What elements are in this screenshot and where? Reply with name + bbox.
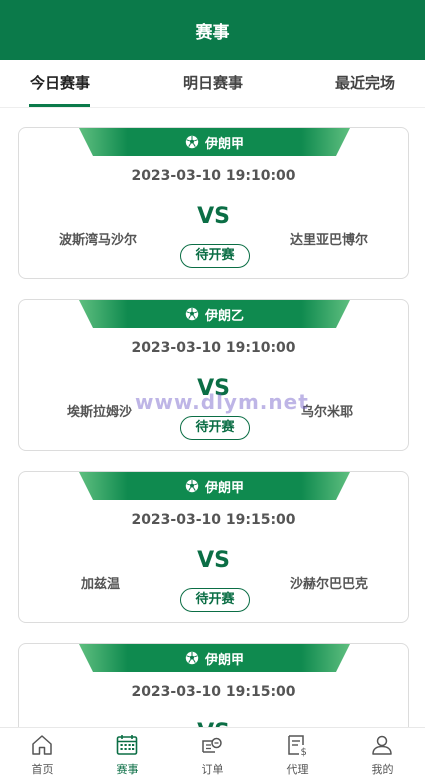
- svg-text:$: $: [301, 747, 307, 757]
- match-status-button[interactable]: 待开赛: [180, 588, 250, 612]
- league-name: 伊朗甲: [204, 480, 244, 496]
- home-team: 埃斯拉姆沙: [67, 405, 133, 420]
- league-banner: 伊朗乙: [79, 300, 350, 328]
- match-time: 2023-03-10 19:15:00: [131, 512, 296, 528]
- page-title: 赛事: [195, 22, 230, 43]
- match-status-button[interactable]: 待开赛: [180, 244, 250, 268]
- vs-label: VS: [197, 204, 230, 229]
- nav-home[interactable]: 首页: [0, 728, 85, 777]
- site-watermark: www.dlym.net: [135, 390, 309, 414]
- user-icon: [372, 735, 392, 755]
- league-name: 伊朗甲: [204, 136, 244, 152]
- order-icon: [202, 737, 222, 753]
- league-banner: 伊朗甲: [79, 472, 350, 500]
- league-name: 伊朗甲: [204, 652, 244, 668]
- date-tabs: 今日赛事 明日赛事 最近完场: [0, 60, 425, 108]
- league-banner: 伊朗甲: [79, 644, 350, 672]
- nav-label: 赛事: [116, 763, 139, 776]
- away-team: 达里亚巴博尔: [289, 233, 368, 248]
- nav-matches[interactable]: 赛事: [85, 728, 170, 777]
- nav-label: 订单: [201, 763, 224, 776]
- bottom-tab-bar: 首页 赛事 订单 $ 代理 我的: [0, 727, 425, 777]
- league-name: 伊朗乙: [204, 308, 244, 324]
- vs-label: VS: [197, 548, 230, 573]
- match-time: 2023-03-10 19:10:00: [131, 168, 296, 184]
- tab-tomorrow[interactable]: 明日赛事: [180, 60, 246, 108]
- away-team: 沙赫尔巴巴克: [289, 577, 368, 592]
- home-icon: [32, 735, 52, 755]
- match-time: 2023-03-10 19:15:00: [131, 684, 296, 700]
- active-tab-indicator: [29, 104, 90, 107]
- nav-label: 我的: [371, 763, 394, 776]
- match-status-button[interactable]: 待开赛: [180, 416, 250, 440]
- nav-label: 首页: [31, 763, 54, 776]
- home-team: 波斯湾马沙尔: [59, 233, 138, 248]
- vs-label: VS: [19, 720, 408, 727]
- match-card[interactable]: 伊朗甲 2023-03-10 19:10:00 VS 波斯湾马沙尔 达里亚巴博尔…: [18, 127, 409, 279]
- soccer-ball-icon: [185, 135, 199, 149]
- match-list[interactable]: 伊朗甲 2023-03-10 19:10:00 VS 波斯湾马沙尔 达里亚巴博尔…: [0, 108, 425, 727]
- agent-bill-icon: $: [288, 735, 307, 757]
- nav-agent[interactable]: $ 代理: [255, 728, 340, 777]
- match-time: 2023-03-10 19:10:00: [131, 340, 296, 356]
- match-card[interactable]: 伊朗甲 2023-03-10 19:15:00 VS 加兹温 沙赫尔巴巴克 待开…: [18, 471, 409, 623]
- match-card[interactable]: 伊朗乙 2023-03-10 19:10:00 VS 埃斯拉姆沙 乌尔米耶 待开…: [18, 299, 409, 451]
- league-banner: 伊朗甲: [79, 128, 350, 156]
- home-team: 加兹温: [81, 577, 121, 592]
- tab-recent-finished[interactable]: 最近完场: [333, 60, 397, 108]
- away-team: 乌尔米耶: [300, 405, 353, 420]
- nav-profile[interactable]: 我的: [340, 728, 425, 777]
- soccer-ball-icon: [185, 479, 199, 493]
- soccer-ball-icon: [185, 651, 199, 665]
- app-header: 赛事: [0, 0, 425, 60]
- nav-label: 代理: [286, 763, 309, 776]
- soccer-ball-icon: [185, 307, 199, 321]
- calendar-icon: [116, 735, 138, 755]
- match-card[interactable]: 伊朗甲 2023-03-10 19:15:00 VS: [18, 643, 409, 727]
- tab-today[interactable]: 今日赛事: [28, 60, 92, 108]
- nav-orders[interactable]: 订单: [170, 728, 255, 777]
